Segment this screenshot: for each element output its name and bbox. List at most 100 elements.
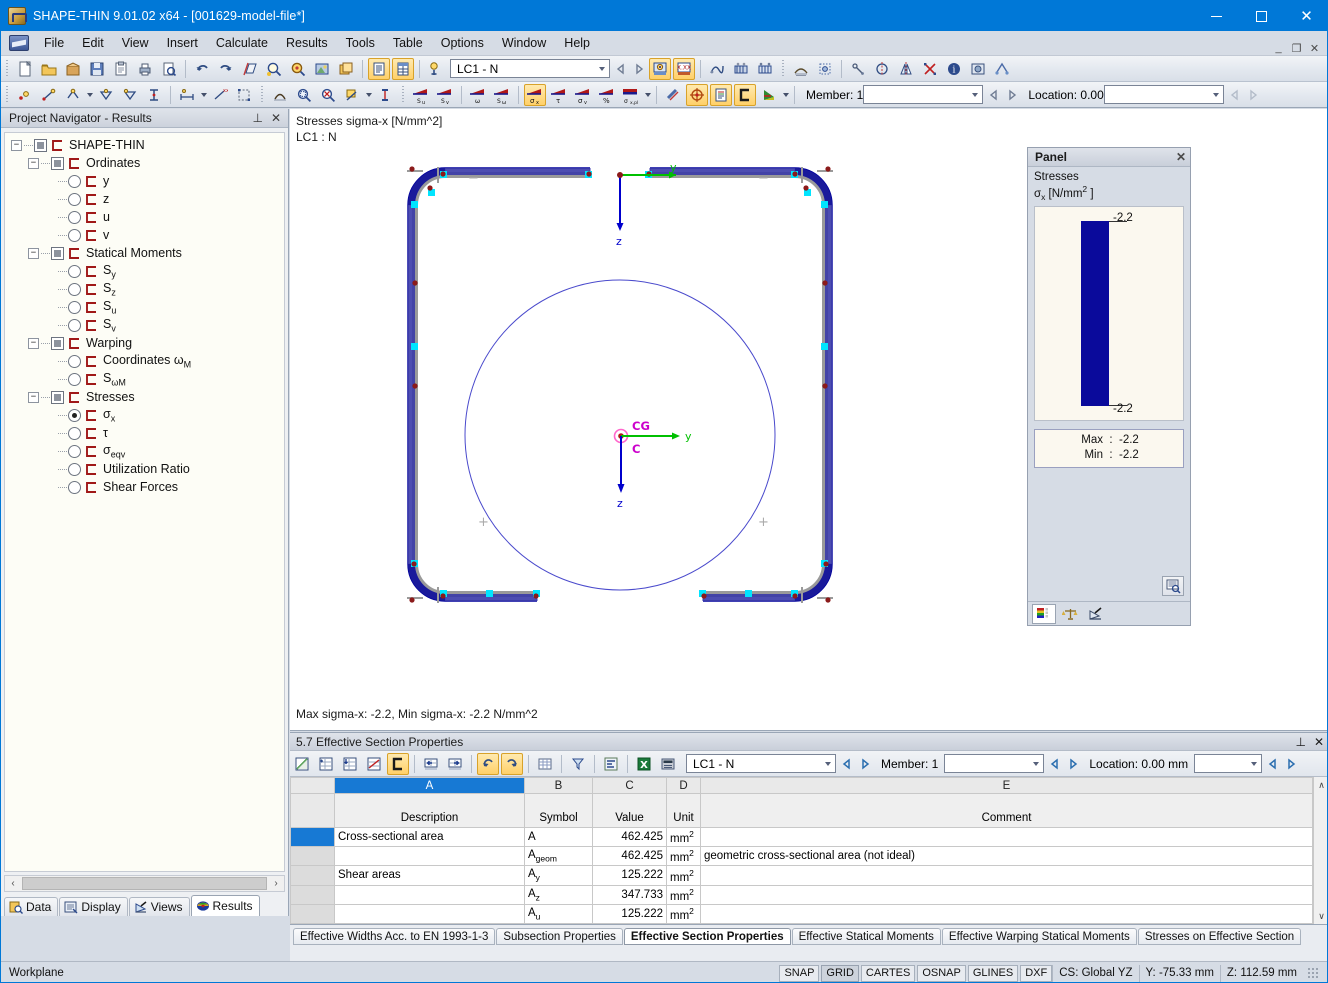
navigator-tab-views[interactable]: Views xyxy=(128,897,190,916)
navigator-tab-data[interactable]: Data xyxy=(4,897,59,916)
row-header[interactable] xyxy=(290,846,335,867)
zoom-clear-icon[interactable] xyxy=(317,84,339,106)
status-toggle-grid[interactable]: GRID xyxy=(821,964,859,982)
tree-node[interactable]: − SHAPE-THIN xyxy=(5,136,284,154)
tree-expander-icon[interactable]: − xyxy=(28,247,39,259)
table-vscrollbar[interactable]: ∧ ∨ xyxy=(1313,777,1327,924)
sigma-x-icon[interactable]: σx xyxy=(524,83,546,106)
panel-tab-view-angle[interactable] xyxy=(1084,604,1108,624)
tree-radio[interactable] xyxy=(68,174,81,188)
cell-description[interactable] xyxy=(334,903,525,924)
navigator-tab-results[interactable]: Results xyxy=(190,895,260,916)
next-load-case-button[interactable] xyxy=(630,59,648,79)
tree-radio[interactable] xyxy=(68,192,81,206)
intersection-icon[interactable] xyxy=(919,58,941,80)
table-prev-loadcase-button[interactable] xyxy=(838,754,856,774)
status-toggle-cartes[interactable]: CARTES xyxy=(860,964,916,982)
cell-value[interactable]: 462.425 xyxy=(592,826,667,848)
redo-icon[interactable] xyxy=(215,58,237,80)
table-grid-icon[interactable] xyxy=(392,57,414,80)
close-icon[interactable]: ✕ xyxy=(271,112,281,124)
mesh-icon[interactable] xyxy=(790,58,812,80)
row-header[interactable] xyxy=(290,884,335,905)
tree-radio[interactable] xyxy=(68,282,81,296)
cell-comment[interactable] xyxy=(700,903,1313,924)
scroll-down-icon[interactable]: ∨ xyxy=(1314,908,1327,924)
mdi-minimize-button[interactable]: _ xyxy=(1271,41,1286,56)
status-toggle-osnap[interactable]: OSNAP xyxy=(917,964,966,982)
scroll-right-icon[interactable]: › xyxy=(268,878,284,889)
table-print-icon[interactable] xyxy=(291,753,313,775)
menu-file[interactable]: File xyxy=(35,33,73,53)
chevron-down-icon-location[interactable] xyxy=(1209,86,1223,103)
tree-node[interactable]: − Warping xyxy=(5,334,284,352)
render-icon[interactable] xyxy=(311,58,333,80)
cell-symbol[interactable]: Az xyxy=(524,884,593,905)
cell-value[interactable]: 347.733 xyxy=(592,884,667,905)
table-chart-icon[interactable] xyxy=(600,753,622,775)
animation-icon[interactable] xyxy=(730,58,752,80)
sections-icon[interactable] xyxy=(662,84,684,106)
tree-checkbox[interactable] xyxy=(34,138,47,152)
table-prev-table-icon[interactable] xyxy=(420,753,442,775)
zoom-target-icon[interactable] xyxy=(287,58,309,80)
column-header-a[interactable]: A xyxy=(334,777,525,794)
table-row[interactable]: Shear areas Ay 125.222 mm2 xyxy=(290,865,1313,886)
pin-icon[interactable]: ⊥ xyxy=(252,112,262,124)
member-combo[interactable] xyxy=(863,85,984,104)
document-tab[interactable]: Effective Widths Acc. to EN 1993-1-3 xyxy=(293,928,496,945)
animation2-icon[interactable] xyxy=(754,58,776,80)
dimension-icon[interactable] xyxy=(176,84,198,106)
chevron-down-icon-tbl-loc[interactable] xyxy=(1247,755,1261,772)
tree-node[interactable]: Su xyxy=(5,298,284,316)
clear-results-icon[interactable] xyxy=(269,84,291,106)
tree-node[interactable]: − Stresses xyxy=(5,388,284,406)
cell-unit[interactable]: mm2 xyxy=(666,826,701,848)
table-settings-icon[interactable] xyxy=(363,753,385,775)
tree-node[interactable]: v xyxy=(5,226,284,244)
cell-unit[interactable]: mm2 xyxy=(666,846,701,867)
tree-node[interactable]: z xyxy=(5,190,284,208)
mirror-icon[interactable] xyxy=(895,58,917,80)
package-icon[interactable] xyxy=(62,58,84,80)
view-angle-icon[interactable] xyxy=(341,84,363,106)
sv-icon[interactable]: Sv xyxy=(434,84,456,106)
omega-icon[interactable]: ω xyxy=(467,84,489,106)
mdi-close-button[interactable]: ✕ xyxy=(1307,41,1322,56)
color-palette-icon[interactable] xyxy=(758,84,780,106)
tree-node[interactable]: Sz xyxy=(5,280,284,298)
close-button[interactable]: ✕ xyxy=(1284,1,1327,31)
chevron-down-icon-3[interactable] xyxy=(364,84,373,106)
legend-settings-button[interactable] xyxy=(1162,576,1184,596)
status-toggle-glines[interactable]: GLINES xyxy=(967,964,1019,982)
new-node-icon[interactable] xyxy=(14,84,36,106)
table-undo-icon[interactable] xyxy=(477,752,499,775)
maximize-button[interactable] xyxy=(1239,1,1284,31)
chevron-down-icon-tbl-mem[interactable] xyxy=(1029,755,1043,772)
table-grid-view-icon[interactable] xyxy=(534,753,556,775)
menu-edit[interactable]: Edit xyxy=(73,33,113,53)
tree-checkbox[interactable] xyxy=(51,246,64,260)
column-header-b[interactable]: B xyxy=(524,777,593,794)
tree-node[interactable]: y xyxy=(5,172,284,190)
toolbar2-grip[interactable] xyxy=(4,85,10,104)
table-next-table-icon[interactable] xyxy=(444,753,466,775)
menu-insert[interactable]: Insert xyxy=(158,33,207,53)
table-next-location-button[interactable] xyxy=(1282,754,1300,774)
toolbar-grip-2[interactable] xyxy=(780,59,786,78)
cell-comment[interactable]: geometric cross-sectional area (not idea… xyxy=(700,846,1313,867)
save-icon[interactable] xyxy=(86,58,108,80)
new-line-icon[interactable] xyxy=(38,84,60,106)
tree-node[interactable]: Sv xyxy=(5,316,284,334)
toolbar2-grip-3[interactable] xyxy=(400,85,406,104)
document-tab[interactable]: Stresses on Effective Section xyxy=(1137,928,1302,945)
panel-close-icon[interactable]: ✕ xyxy=(1176,150,1186,164)
cell-symbol[interactable]: Au xyxy=(524,903,593,924)
table-calculator-icon[interactable] xyxy=(657,753,679,775)
table-list-icon[interactable] xyxy=(368,57,390,80)
new-element-icon[interactable] xyxy=(62,84,84,106)
tree-radio[interactable] xyxy=(68,318,81,332)
tree-radio[interactable] xyxy=(68,264,81,278)
cell-value[interactable]: 125.222 xyxy=(592,903,667,924)
load-case-icon[interactable] xyxy=(425,58,447,80)
